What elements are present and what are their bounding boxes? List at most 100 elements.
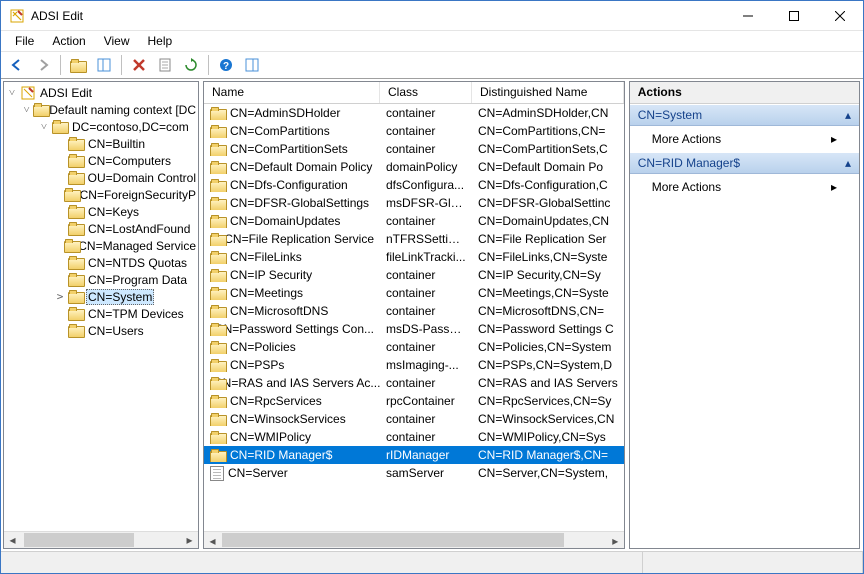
properties-button[interactable] — [153, 53, 177, 77]
submenu-icon: ▸ — [831, 180, 837, 194]
actions-header: Actions — [630, 82, 859, 104]
tree-root[interactable]: ˅ADSI Edit — [4, 84, 198, 101]
tree-node-2[interactable]: OU=Domain Control — [4, 169, 198, 186]
actions-pane: Actions CN=System▴More Actions▸CN=RID Ma… — [629, 81, 860, 549]
tree-label: OU=Domain Control — [86, 171, 198, 185]
action-item[interactable]: More Actions▸ — [630, 126, 859, 152]
expand-icon[interactable]: ˅ — [6, 86, 18, 99]
row-class: container — [380, 304, 472, 318]
folder-icon — [33, 103, 45, 116]
tree-horizontal-scrollbar[interactable]: ◂▸ — [4, 531, 198, 548]
row-dn: CN=AdminSDHolder,CN — [472, 106, 624, 120]
list-row[interactable]: CN=Dfs-ConfigurationdfsConfigura...CN=Df… — [204, 176, 624, 194]
action-section-header[interactable]: CN=RID Manager$▴ — [630, 152, 859, 174]
list-row[interactable]: CN=ComPartitionSetscontainerCN=ComPartit… — [204, 140, 624, 158]
status-bar — [1, 551, 863, 573]
tree-node-11[interactable]: CN=Users — [4, 322, 198, 339]
minimize-button[interactable] — [725, 1, 771, 31]
list-row[interactable]: CN=RpcServicesrpcContainerCN=RpcServices… — [204, 392, 624, 410]
tree-node-3[interactable]: CN=ForeignSecurityP — [4, 186, 198, 203]
row-name: CN=File Replication Service — [224, 232, 374, 246]
list-row[interactable]: CN=RAS and IAS Servers Ac...containerCN=… — [204, 374, 624, 392]
list-row[interactable]: CN=Default Domain PolicydomainPolicyCN=D… — [204, 158, 624, 176]
expand-icon[interactable]: ˅ — [22, 103, 31, 116]
tree-node-10[interactable]: CN=TPM Devices — [4, 305, 198, 322]
tree-node-5[interactable]: CN=LostAndFound — [4, 220, 198, 237]
list-row[interactable]: CN=File Replication ServicenTFRSSettings… — [204, 230, 624, 248]
collapse-icon: ▴ — [845, 108, 851, 122]
tree-label: CN=Users — [86, 324, 146, 338]
menu-view[interactable]: View — [96, 32, 138, 50]
forward-button[interactable] — [31, 53, 55, 77]
list-row[interactable]: CN=DFSR-GlobalSettingsmsDFSR-Glo...CN=DF… — [204, 194, 624, 212]
row-dn: CN=Policies,CN=System — [472, 340, 624, 354]
row-dn: CN=ComPartitions,CN= — [472, 124, 624, 138]
row-dn: CN=WinsockServices,CN — [472, 412, 624, 426]
tree-node-7[interactable]: CN=NTDS Quotas — [4, 254, 198, 271]
folder-icon — [68, 324, 84, 337]
up-button[interactable] — [66, 53, 90, 77]
tree-node-6[interactable]: CN=Managed Service — [4, 237, 198, 254]
action-section-header[interactable]: CN=System▴ — [630, 104, 859, 126]
list-row[interactable]: CN=IP SecuritycontainerCN=IP Security,CN… — [204, 266, 624, 284]
tree-label: DC=contoso,DC=com — [70, 120, 191, 134]
action-item[interactable]: More Actions▸ — [630, 174, 859, 200]
list-row[interactable]: CN=MeetingscontainerCN=Meetings,CN=Syste — [204, 284, 624, 302]
column-name[interactable]: Name — [204, 82, 380, 103]
list-row[interactable]: CN=ServersamServerCN=Server,CN=System, — [204, 464, 624, 482]
tree-domain[interactable]: ˅ DC=contoso,DC=com — [4, 118, 198, 135]
folder-icon — [68, 154, 84, 167]
list-row[interactable]: CN=WinsockServicescontainerCN=WinsockSer… — [204, 410, 624, 428]
folder-icon — [210, 179, 226, 192]
list-horizontal-scrollbar[interactable]: ◂▸ — [204, 531, 624, 548]
list-row[interactable]: CN=FileLinksfileLinkTracki...CN=FileLink… — [204, 248, 624, 266]
close-button[interactable] — [817, 1, 863, 31]
action-section-title: CN=RID Manager$ — [638, 156, 740, 170]
list-row[interactable]: CN=Password Settings Con...msDS-Passw...… — [204, 320, 624, 338]
list-row[interactable]: CN=AdminSDHolder containerCN=AdminSDHolde… — [204, 104, 624, 122]
menu-file[interactable]: File — [7, 32, 42, 50]
row-name: CN=Meetings — [230, 286, 303, 300]
tree-node-8[interactable]: CN=Program Data — [4, 271, 198, 288]
tree-node-0[interactable]: CN=Builtin — [4, 135, 198, 152]
menu-action[interactable]: Action — [44, 32, 93, 50]
tree-label: CN=LostAndFound — [86, 222, 192, 236]
menu-help[interactable]: Help — [140, 32, 181, 50]
expand-icon[interactable]: ˅ — [38, 120, 50, 133]
list-row[interactable]: CN=DomainUpdatescontainerCN=DomainUpdate… — [204, 212, 624, 230]
folder-icon — [68, 205, 84, 218]
maximize-button[interactable] — [771, 1, 817, 31]
tree-context[interactable]: ˅Default naming context [DC — [4, 101, 198, 118]
delete-button[interactable] — [127, 53, 151, 77]
list-row[interactable]: CN=PSPsmsImaging-...CN=PSPs,CN=System,D — [204, 356, 624, 374]
show-hide-action-pane-button[interactable] — [240, 53, 264, 77]
refresh-button[interactable] — [179, 53, 203, 77]
row-name: CN=DFSR-GlobalSettings — [230, 196, 369, 210]
tree-node-1[interactable]: CN=Computers — [4, 152, 198, 169]
tree-label: CN=NTDS Quotas — [86, 256, 189, 270]
list-row[interactable]: CN=PoliciescontainerCN=Policies,CN=Syste… — [204, 338, 624, 356]
row-class: container — [380, 106, 472, 120]
list-row[interactable]: CN=WMIPolicycontainerCN=WMIPolicy,CN=Sys — [204, 428, 624, 446]
list-row[interactable]: CN=RID Manager$rIDManagerCN=RID Manager$… — [204, 446, 624, 464]
list-row[interactable]: CN=MicrosoftDNScontainerCN=MicrosoftDNS,… — [204, 302, 624, 320]
column-dn[interactable]: Distinguished Name — [472, 82, 624, 103]
tree-label: CN=Keys — [86, 205, 141, 219]
toolbar: ? — [1, 51, 863, 79]
row-name: CN=AdminSDHolder — [230, 106, 340, 120]
svg-text:?: ? — [223, 61, 229, 72]
row-class: rIDManager — [380, 448, 472, 462]
back-button[interactable] — [5, 53, 29, 77]
row-name: CN=Policies — [230, 340, 296, 354]
row-name: CN=MicrosoftDNS — [230, 304, 328, 318]
list-row[interactable]: CN=ComPartitionscontainerCN=ComPartition… — [204, 122, 624, 140]
tree-node-9[interactable]: >CN=System — [4, 288, 198, 305]
show-hide-tree-button[interactable] — [92, 53, 116, 77]
expand-icon[interactable]: > — [54, 290, 66, 303]
help-button[interactable]: ? — [214, 53, 238, 77]
tree-node-4[interactable]: CN=Keys — [4, 203, 198, 220]
folder-icon — [64, 239, 74, 252]
tree-label: CN=Computers — [86, 154, 173, 168]
column-class[interactable]: Class — [380, 82, 472, 103]
folder-icon — [210, 341, 226, 354]
